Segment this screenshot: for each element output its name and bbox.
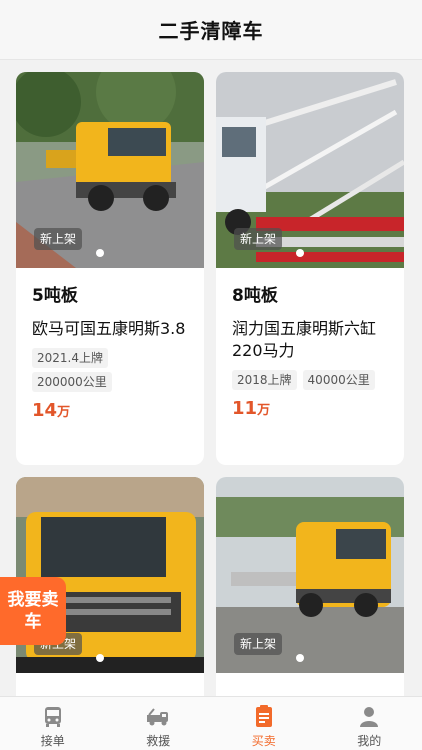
new-listing-badge: 新上架 (234, 228, 283, 250)
bus-icon (44, 707, 61, 727)
truck-photo: 新上架 (16, 72, 204, 268)
page-title: 二手清障车 (158, 19, 264, 43)
tab-orders[interactable]: 接单 (0, 697, 106, 750)
carousel-dot (296, 249, 304, 257)
tab-profile[interactable]: 我的 (317, 697, 422, 750)
carousel-dot (296, 654, 304, 662)
listing-tag: 40000公里 (302, 370, 375, 390)
listing-tag: 2021.4上牌 (32, 348, 108, 368)
tab-label: 买卖 (251, 734, 276, 748)
user-icon (360, 707, 379, 727)
sell-vehicle-button[interactable]: 我要卖车 (0, 577, 66, 645)
truck-photo: 新上架 (216, 72, 404, 268)
listing-spec: 8吨板 (232, 286, 278, 306)
document-icon (255, 705, 272, 727)
listing-card[interactable]: 新上架 (216, 477, 404, 696)
listing-card[interactable]: 新上架 5吨板 欧马可国五康明斯3.8 2021.4上牌 200000公里 14… (16, 72, 204, 465)
carousel-dot (96, 654, 104, 662)
tab-label: 接单 (40, 734, 65, 748)
listing-spec: 5吨板 (32, 286, 78, 306)
carousel-dot (96, 249, 104, 257)
new-listing-badge: 新上架 (234, 633, 283, 655)
listing-price: 14万 (32, 398, 188, 426)
tab-rescue[interactable]: 救援 (106, 697, 212, 750)
tab-trade[interactable]: 买卖 (211, 697, 317, 750)
listing-tag: 200000公里 (32, 372, 112, 392)
listing-name: 润力国五康明斯六缸220马力 (232, 319, 377, 360)
tab-label: 我的 (357, 734, 382, 748)
listing-name: 欧马可国五康明斯3.8 (32, 319, 186, 338)
price-unit: 万 (257, 403, 271, 418)
price-value: 14 (32, 400, 58, 421)
new-listing-badge: 新上架 (34, 228, 83, 250)
listing-card[interactable]: 新上架 8吨板 润力国五康明斯六缸220马力 2018上牌 40000公里 11… (216, 72, 404, 465)
listing-tag: 2018上牌 (232, 370, 297, 390)
tow-truck-icon (147, 708, 169, 726)
tab-label: 救援 (146, 734, 171, 748)
listing-price: 11万 (232, 396, 388, 424)
price-unit: 万 (57, 405, 71, 420)
truck-photo: 新上架 (216, 477, 404, 673)
bottom-tab-bar: 接单 救援 买卖 我的 (0, 696, 422, 750)
header-bar: 二手清障车 (0, 0, 422, 60)
price-value: 11 (232, 398, 258, 419)
